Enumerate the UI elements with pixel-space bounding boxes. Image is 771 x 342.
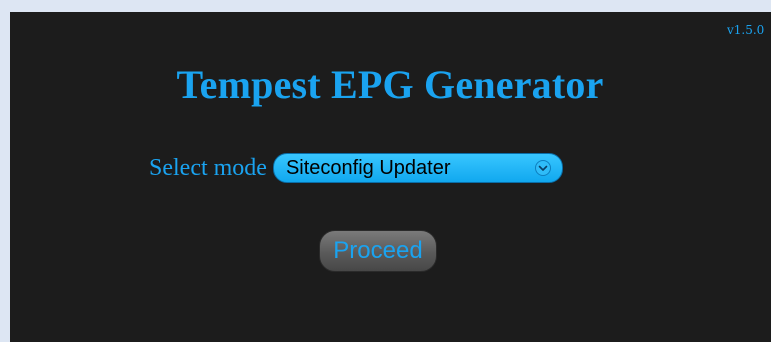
mode-select-value: Siteconfig Updater [285, 156, 451, 179]
mode-select[interactable]: Siteconfig Updater [272, 153, 563, 183]
chevron-down-icon [534, 159, 552, 177]
main-panel: v1.5.0 Tempest EPG Generator Select mode… [10, 12, 771, 342]
proceed-button[interactable]: Proceed [319, 230, 437, 272]
version-label: v1.5.0 [727, 23, 765, 37]
page-title: Tempest EPG Generator [176, 62, 604, 107]
mode-row: Select mode Siteconfig Updater [149, 153, 563, 183]
mode-label: Select mode [149, 154, 267, 181]
